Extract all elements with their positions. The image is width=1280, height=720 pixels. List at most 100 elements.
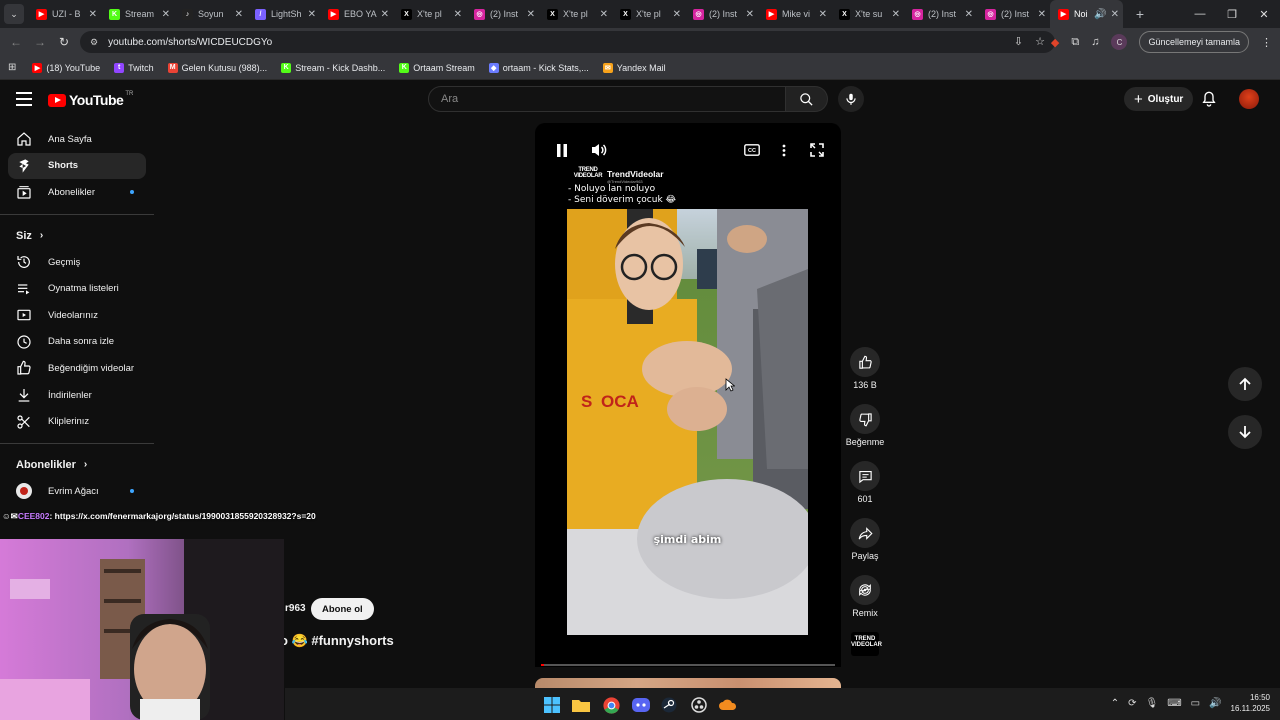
tab-close-icon[interactable]: ✕: [746, 9, 754, 20]
like-button[interactable]: 136 B: [844, 347, 886, 390]
reload-icon[interactable]: ↻: [52, 35, 76, 49]
captions-icon[interactable]: CC: [744, 143, 760, 157]
tray-overflow-icon[interactable]: ⌃: [1111, 698, 1119, 709]
bookmark-item[interactable]: ◆ ortaam - Kick Stats,...: [488, 62, 589, 73]
browser-menu-icon[interactable]: ⋮: [1261, 36, 1272, 49]
discord-icon[interactable]: [632, 696, 650, 714]
tab-close-icon[interactable]: ✕: [965, 9, 973, 20]
browser-tab[interactable]: ▶ Noi 🔊 ✕: [1050, 0, 1123, 28]
comments-button[interactable]: 601: [844, 461, 886, 504]
sidebar-item-oynatma-listeleri[interactable]: Oynatma listeleri: [8, 275, 146, 302]
browser-tab[interactable]: ◎ (2) Inst ✕: [685, 0, 758, 28]
sidebar-item-kliplerin-z[interactable]: Kliplerinız: [8, 408, 146, 435]
tab-close-icon[interactable]: ✕: [527, 9, 535, 20]
cloud-app-icon[interactable]: [719, 696, 737, 714]
browser-tab[interactable]: ♪ Soyun ✕: [174, 0, 247, 28]
sidebar-item-i-ndirilenler[interactable]: İndirilenler: [8, 382, 146, 409]
windows-start-icon[interactable]: [543, 696, 561, 714]
video-progress-bar[interactable]: [541, 664, 835, 666]
bookmark-item[interactable]: ▶ (18) YouTube: [32, 62, 100, 73]
bookmark-item[interactable]: M Gelen Kutusu (988)...: [167, 62, 267, 73]
tab-close-icon[interactable]: ✕: [819, 9, 827, 20]
tab-audio-icon[interactable]: 🔊: [1094, 9, 1106, 20]
fullscreen-icon[interactable]: [809, 143, 825, 157]
file-explorer-icon[interactable]: [572, 696, 590, 714]
site-info-icon[interactable]: ⚙: [90, 37, 98, 48]
search-button[interactable]: [786, 86, 828, 112]
browser-tab[interactable]: ◎ (2) Inst ✕: [904, 0, 977, 28]
tab-close-icon[interactable]: ✕: [1111, 9, 1119, 20]
tab-close-icon[interactable]: ✕: [1038, 9, 1046, 20]
media-control-icon[interactable]: ♫: [1091, 36, 1099, 48]
sidebar-item-ana-sayfa[interactable]: Ana Sayfa: [8, 126, 146, 153]
sidebar-item-evrim-a-ac-[interactable]: Evrim Ağacı: [8, 478, 146, 505]
tray-sync-icon[interactable]: ⟳: [1128, 698, 1136, 709]
sidebar-you-heading[interactable]: Siz ›: [0, 223, 154, 249]
tray-network-icon[interactable]: ▭: [1191, 698, 1200, 709]
browser-tab[interactable]: X X'te pl ✕: [612, 0, 685, 28]
video-frame[interactable]: S OCA şimdi abim: [567, 209, 808, 635]
obs-icon[interactable]: [690, 696, 708, 714]
new-tab-button[interactable]: +: [1129, 6, 1151, 22]
bookmark-item[interactable]: K Ortaam Stream: [399, 62, 475, 73]
address-bar[interactable]: ⚙ youtube.com/shorts/WICDEUCDGYo ⇩ ☆: [80, 31, 1055, 53]
subscribe-button[interactable]: Abone ol: [311, 598, 374, 620]
tab-close-icon[interactable]: ✕: [454, 9, 462, 20]
tab-close-icon[interactable]: ✕: [600, 9, 608, 20]
sidebar-subscriptions-heading[interactable]: Abonelikler ›: [0, 452, 154, 478]
notifications-button[interactable]: [1201, 90, 1217, 113]
previous-short-button[interactable]: [1228, 367, 1262, 401]
tab-close-icon[interactable]: ✕: [89, 9, 97, 20]
back-icon[interactable]: ←: [4, 35, 28, 49]
browser-tab[interactable]: ▶ UZI - B ✕: [28, 0, 101, 28]
profile-avatar[interactable]: C: [1111, 34, 1128, 50]
steam-icon[interactable]: [660, 696, 678, 714]
apps-grid-icon[interactable]: ⊞: [8, 62, 16, 73]
browser-tab[interactable]: ▶ EBO YA ✕: [320, 0, 393, 28]
dislike-button[interactable]: Beğenme: [844, 404, 886, 447]
browser-tab[interactable]: / LightSh ✕: [247, 0, 320, 28]
bookmark-item[interactable]: K Stream - Kick Dashb...: [281, 62, 385, 73]
tab-close-icon[interactable]: ✕: [381, 9, 389, 20]
browser-tab[interactable]: ◎ (2) Inst ✕: [977, 0, 1050, 28]
install-app-icon[interactable]: ⇩: [1014, 35, 1023, 48]
sidebar-item-be-endi-im-videolar[interactable]: Beğendiğim videolar: [8, 355, 146, 382]
remix-button[interactable]: Remix: [844, 575, 886, 618]
tab-close-icon[interactable]: ✕: [308, 9, 316, 20]
extension-icon[interactable]: ◆: [1051, 36, 1059, 49]
browser-tab[interactable]: ▶ Mike vi ✕: [758, 0, 831, 28]
account-avatar[interactable]: [1239, 89, 1259, 109]
tab-search-button[interactable]: ⌄: [4, 4, 24, 24]
pause-icon[interactable]: [554, 143, 570, 157]
forward-icon[interactable]: →: [28, 35, 52, 49]
voice-search-button[interactable]: [838, 86, 864, 112]
shorts-player[interactable]: CC TREND VIDEOLAR TrendVideolar @TrendVid…: [535, 123, 841, 667]
tray-volume-icon[interactable]: 🔊: [1209, 698, 1221, 709]
restore-icon[interactable]: ❐: [1216, 8, 1248, 21]
search-input[interactable]: Ara: [428, 86, 786, 112]
close-window-icon[interactable]: ✕: [1248, 8, 1280, 21]
guide-menu-icon[interactable]: [16, 92, 32, 106]
minimize-icon[interactable]: —: [1184, 8, 1216, 20]
channel-handle-fragment[interactable]: r963: [285, 603, 306, 614]
tab-close-icon[interactable]: ✕: [235, 9, 243, 20]
bookmark-item[interactable]: ✉ Yandex Mail: [602, 62, 666, 73]
create-button[interactable]: + Oluştur: [1124, 87, 1194, 111]
update-button[interactable]: Güncellemeyi tamamla: [1139, 31, 1249, 53]
tab-close-icon[interactable]: ✕: [892, 9, 900, 20]
sidebar-item-shorts[interactable]: Shorts: [8, 152, 146, 180]
sidebar-item-daha-sonra-izle[interactable]: Daha sonra izle: [8, 329, 146, 356]
browser-tab[interactable]: X X'te su ✕: [831, 0, 904, 28]
sidebar-item-ge-mi-[interactable]: Geçmiş: [8, 249, 146, 276]
taskbar-clock[interactable]: 16:50 16.11.2025: [1231, 692, 1270, 714]
chrome-icon[interactable]: [602, 696, 620, 714]
tab-close-icon[interactable]: ✕: [673, 9, 681, 20]
extensions-puzzle-icon[interactable]: ⧉: [1071, 36, 1079, 49]
more-options-icon[interactable]: [776, 143, 792, 157]
channel-thumbnail[interactable]: TREND VIDEOLAR: [844, 632, 886, 656]
browser-tab[interactable]: ◎ (2) Inst ✕: [466, 0, 539, 28]
browser-tab[interactable]: X X'te pl ✕: [539, 0, 612, 28]
youtube-logo[interactable]: YouTube TR: [48, 91, 133, 108]
browser-tab[interactable]: X X'te pl ✕: [393, 0, 466, 28]
bookmark-item[interactable]: t Twitch: [114, 62, 154, 73]
